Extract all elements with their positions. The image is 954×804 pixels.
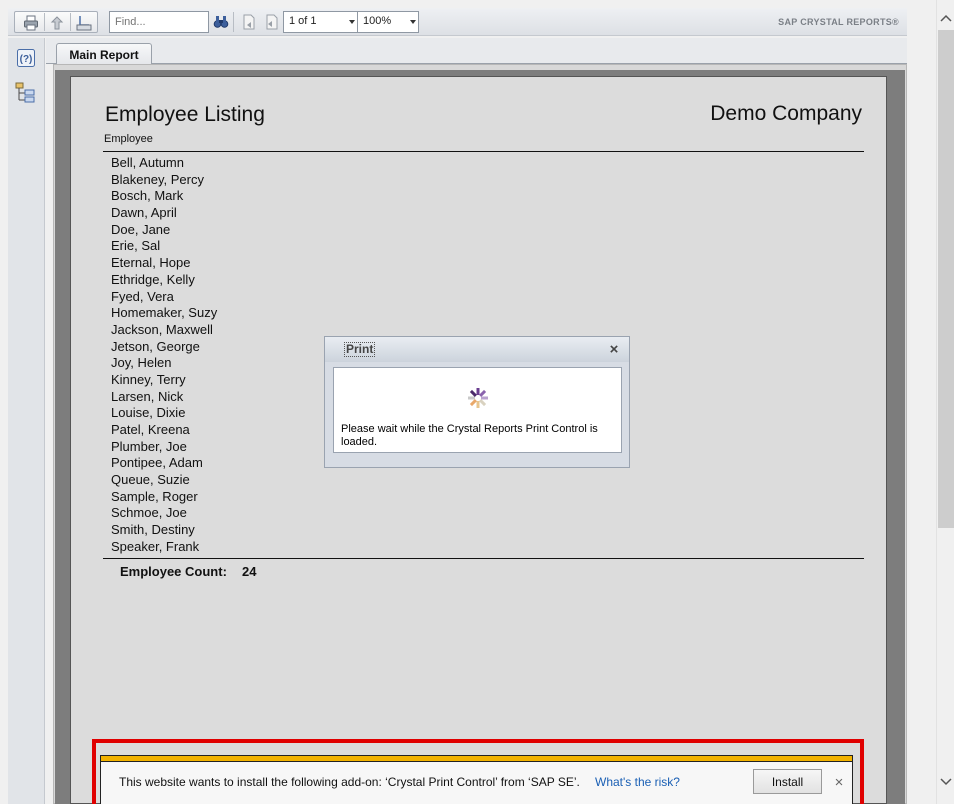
employee-row: Sample, Roger [111,488,198,504]
export-icon[interactable] [48,14,66,32]
employee-row: Schmoe, Joe [111,505,187,521]
scrollbar-thumb[interactable] [938,30,954,528]
tab-main-report[interactable]: Main Report [56,43,152,65]
toolbar: 1 of 1 100% SAP CRYSTAL REPORTS® [8,8,907,36]
svg-text:(?): (?) [20,54,33,65]
toolbar-separator [44,13,45,31]
employee-row: Doe, Jane [111,221,171,237]
previous-page-icon[interactable] [262,13,280,31]
close-icon[interactable]: × [607,341,621,358]
group-tree-icon[interactable] [14,81,38,105]
dialog-titlebar[interactable]: Print × [325,337,629,362]
install-button[interactable]: Install [753,769,822,794]
employee-row: Bosch, Mark [111,188,184,204]
employee-row: Blakeney, Percy [111,171,204,187]
print-dialog: Print × Please wait while the Crystal Re… [324,336,630,468]
toolbar-separator [70,13,71,31]
chevron-down-icon [349,20,355,24]
employee-row: Louise, Dixie [111,405,186,421]
left-panel: (?) [8,38,45,804]
employee-row: Plumber, Joe [111,438,187,454]
chevron-down-icon[interactable] [937,772,954,792]
report-title: Employee Listing [105,103,265,126]
dialog-body: Please wait while the Crystal Reports Pr… [333,367,622,453]
whats-the-risk-link[interactable]: What's the risk? [595,775,680,789]
column-header: Employee [104,133,153,145]
chevron-down-icon [410,20,416,24]
tab-strip: Main Report [46,38,907,65]
employee-row: Jackson, Maxwell [111,321,213,337]
employee-row: Kinney, Terry [111,371,186,387]
footer-rule [103,558,864,559]
toolbar-separator [233,12,234,32]
employee-row: Fyed, Vera [111,288,174,304]
employee-row: Patel, Kreena [111,422,190,437]
notification-accent-stripe [100,755,853,762]
dialog-message: Please wait while the Crystal Reports Pr… [341,423,598,448]
employee-row: Jetson, George [111,338,200,354]
page-indicator: 1 of 1 [289,15,317,27]
first-page-icon[interactable] [240,13,258,31]
help-icon[interactable]: (?) [14,46,38,70]
header-rule [103,151,864,152]
close-icon[interactable]: × [832,774,846,791]
employee-row: Homemaker, Suzy [111,305,218,321]
zoom-select[interactable]: 100% [357,11,419,33]
employee-row: Bell, Autumn [111,155,184,170]
toolbar-button-group [14,11,98,33]
find-input[interactable] [109,11,209,33]
employee-row: Larsen, Nick [111,388,184,404]
employee-row: Pontipee, Adam [111,455,203,471]
dialog-title: Print [343,342,376,357]
brand-label: SAP CRYSTAL REPORTS® [778,17,899,27]
employee-row: Joy, Helen [111,355,172,371]
employee-row: Speaker, Frank [111,538,200,554]
employee-row: Eternal, Hope [111,255,191,271]
print-icon[interactable] [22,14,40,32]
employee-row: Queue, Suzie [111,472,190,488]
company-name: Demo Company [710,102,862,125]
employee-list: Bell, Autumn Blakeney, Percy Bosch, Mark Da… [111,155,217,556]
employee-count-label: Employee Count: [120,564,227,579]
chevron-up-icon[interactable] [937,8,954,28]
zoom-value: 100% [363,15,392,27]
employee-row: Erie, Sal [111,238,161,254]
employee-count-value: 24 [242,564,257,579]
vertical-scrollbar[interactable] [936,0,954,804]
notification-bar: This website wants to install the follow… [100,762,853,804]
binoculars-icon[interactable] [212,13,230,31]
group-tree-icon[interactable] [75,14,93,32]
employee-row: Dawn, April [111,205,177,221]
employee-row: Ethridge, Kelly [111,271,195,287]
notification-message: This website wants to install the follow… [119,775,580,789]
loading-spinner-icon [468,388,488,408]
employee-row: Smith, Destiny [111,522,195,538]
page-select[interactable]: 1 of 1 [283,11,358,33]
